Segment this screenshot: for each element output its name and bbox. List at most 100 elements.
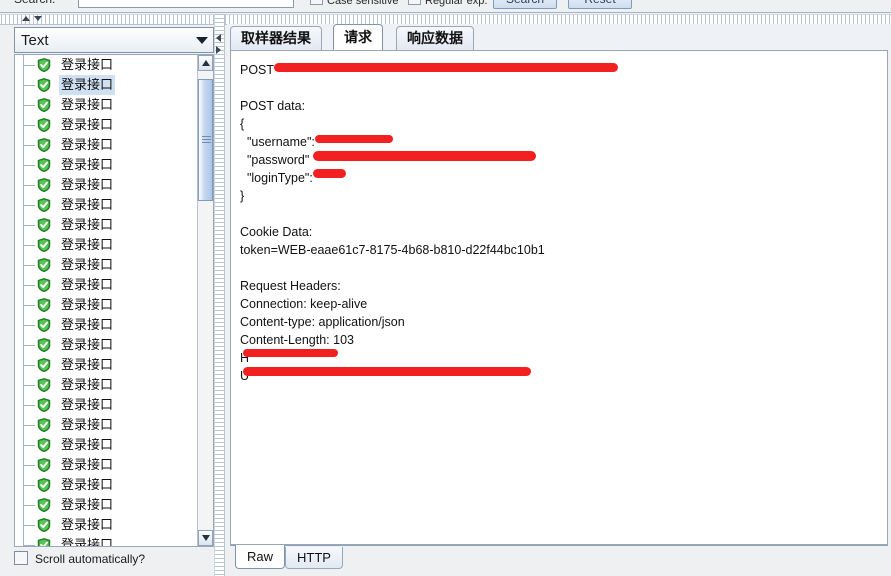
regular-exp-checkbox[interactable]: Regular exp. <box>408 0 487 7</box>
success-shield-icon <box>37 198 51 213</box>
tree-item[interactable]: 登录接口 <box>15 195 197 215</box>
scroll-automatically-label: Scroll automatically? <box>35 552 146 566</box>
tree-item-label: 登录接口 <box>61 137 114 152</box>
tree-item[interactable]: 登录接口 <box>15 95 197 115</box>
request-text-line: "loginType": <box>240 171 317 185</box>
search-button[interactable]: Search <box>493 0 557 9</box>
tree-item[interactable]: 登录接口 <box>15 495 197 515</box>
redaction-bar <box>274 63 618 72</box>
request-text-line: Content-type: application/json <box>240 315 405 329</box>
request-text-area[interactable]: POST POST data:{ "username": "password" … <box>230 50 888 545</box>
tab-sampler-result[interactable]: 取样器结果 <box>230 26 322 50</box>
success-shield-icon <box>37 538 51 546</box>
tree-item[interactable]: 登录接口 <box>15 475 197 495</box>
tree-item-label: 登录接口 <box>61 417 114 432</box>
tree-item[interactable]: 登录接口 <box>15 215 197 235</box>
request-text-line: "password" <box>240 153 310 167</box>
checkbox-icon <box>14 551 28 565</box>
tree-item[interactable]: 登录接口 <box>15 335 197 355</box>
tree-item[interactable]: 登录接口 <box>15 295 197 315</box>
tree-branch-line <box>23 525 35 526</box>
tree-item-label: 登录接口 <box>61 317 114 332</box>
tree-item[interactable]: 登录接口 <box>15 375 197 395</box>
tree-branch-line <box>23 305 35 306</box>
tab-request[interactable]: 请求 <box>333 24 383 51</box>
sampler-results-tree[interactable]: 登录接口 登录接口 登录接口 登录接口 登录接口 登录接口 登录接口 登录接口 登录接口 登录接口… <box>14 54 214 547</box>
tree-item[interactable]: 登录接口 <box>15 275 197 295</box>
tree-item[interactable]: 登录接口 <box>15 535 197 546</box>
tree-item-label: 登录接口 <box>61 437 114 452</box>
tree-item-label: 登录接口 <box>61 477 114 492</box>
success-shield-icon <box>37 518 51 533</box>
collapse-right-icon[interactable] <box>216 46 221 54</box>
tree-item[interactable]: 登录接口 <box>15 255 197 275</box>
collapse-down-icon[interactable] <box>34 16 42 21</box>
success-shield-icon <box>37 298 51 313</box>
tree-item-label: 登录接口 <box>61 57 114 72</box>
tree-item-label: 登录接口 <box>61 177 114 192</box>
tree-branch-line <box>23 145 35 146</box>
success-shield-icon <box>37 138 51 153</box>
tree-branch-line <box>23 65 35 66</box>
success-shield-icon <box>37 398 51 413</box>
tree-item[interactable]: 登录接口 <box>15 175 197 195</box>
request-text-line: { <box>240 117 245 131</box>
search-input[interactable] <box>78 0 294 8</box>
tree-branch-line <box>23 365 35 366</box>
tree-item[interactable]: 登录接口 <box>15 515 197 535</box>
tree-item[interactable]: 登录接口 <box>15 315 197 335</box>
tree-item[interactable]: 登录接口 <box>15 115 197 135</box>
redaction-bar <box>243 367 531 376</box>
tree-item[interactable]: 登录接口 <box>15 435 197 455</box>
request-text-line: Content-Length: 103 <box>240 333 354 347</box>
tree-item[interactable]: 登录接口 <box>15 415 197 435</box>
tree-vertical-scrollbar[interactable] <box>197 55 213 546</box>
tree-item[interactable]: 登录接口 <box>15 355 197 375</box>
tab-raw[interactable]: Raw <box>235 545 286 569</box>
tree-item[interactable]: 登录接口 <box>15 135 197 155</box>
scrollbar-thumb[interactable] <box>198 79 213 201</box>
success-shield-icon <box>37 58 51 73</box>
request-detail-panel: 取样器结果 请求 响应数据 POST POST data: { "username… <box>227 24 891 576</box>
results-tree-panel: Text 登录接口 登录接口 登录接口 登录接口 登录接口 登录接口 登录接口 登录接口 登录接… <box>14 27 214 547</box>
checkbox-icon <box>408 0 421 5</box>
tree-branch-line <box>23 345 35 346</box>
success-shield-icon <box>37 218 51 233</box>
tree-item-label: 登录接口 <box>59 75 116 95</box>
tree-branch-line <box>23 405 35 406</box>
scroll-down-button[interactable] <box>198 530 213 546</box>
view-selector-combobox[interactable]: Text <box>14 27 214 53</box>
tree-item-label: 登录接口 <box>61 457 114 472</box>
tab-http[interactable]: HTTP <box>285 547 343 569</box>
success-shield-icon <box>37 458 51 473</box>
success-shield-icon <box>37 238 51 253</box>
chevron-down-icon[interactable] <box>191 28 213 52</box>
request-text-line: POST <box>240 63 278 77</box>
tree-branch-line <box>23 425 35 426</box>
scroll-up-button[interactable] <box>198 55 213 71</box>
redaction-bar <box>313 169 346 178</box>
success-shield-icon <box>37 498 51 513</box>
tree-branch-line <box>23 285 35 286</box>
tree-item-label: 登录接口 <box>61 357 114 372</box>
success-shield-icon <box>37 358 51 373</box>
tab-response-data[interactable]: 响应数据 <box>396 26 474 50</box>
success-shield-icon <box>37 318 51 333</box>
vertical-split-divider[interactable] <box>214 14 225 576</box>
success-shield-icon <box>37 478 51 493</box>
success-shield-icon <box>37 178 51 193</box>
reset-button[interactable]: Reset <box>568 0 632 9</box>
view-selector-value: Text <box>21 32 49 49</box>
request-text-line: Request Headers: <box>240 279 341 293</box>
tree-item[interactable]: 登录接口 <box>15 55 197 75</box>
collapse-left-icon[interactable] <box>216 34 221 42</box>
collapse-up-icon[interactable] <box>22 16 30 21</box>
tree-item[interactable]: 登录接口 <box>15 235 197 255</box>
tree-item[interactable]: 登录接口 <box>15 155 197 175</box>
tree-branch-line <box>23 545 35 546</box>
tree-item[interactable]: 登录接口 <box>15 395 197 415</box>
case-sensitive-checkbox[interactable]: Case sensitive <box>310 0 399 7</box>
tree-item[interactable]: 登录接口 <box>15 455 197 475</box>
scroll-automatically-checkbox[interactable]: Scroll automatically? <box>14 551 214 571</box>
tree-item[interactable]: 登录接口 <box>15 75 197 95</box>
